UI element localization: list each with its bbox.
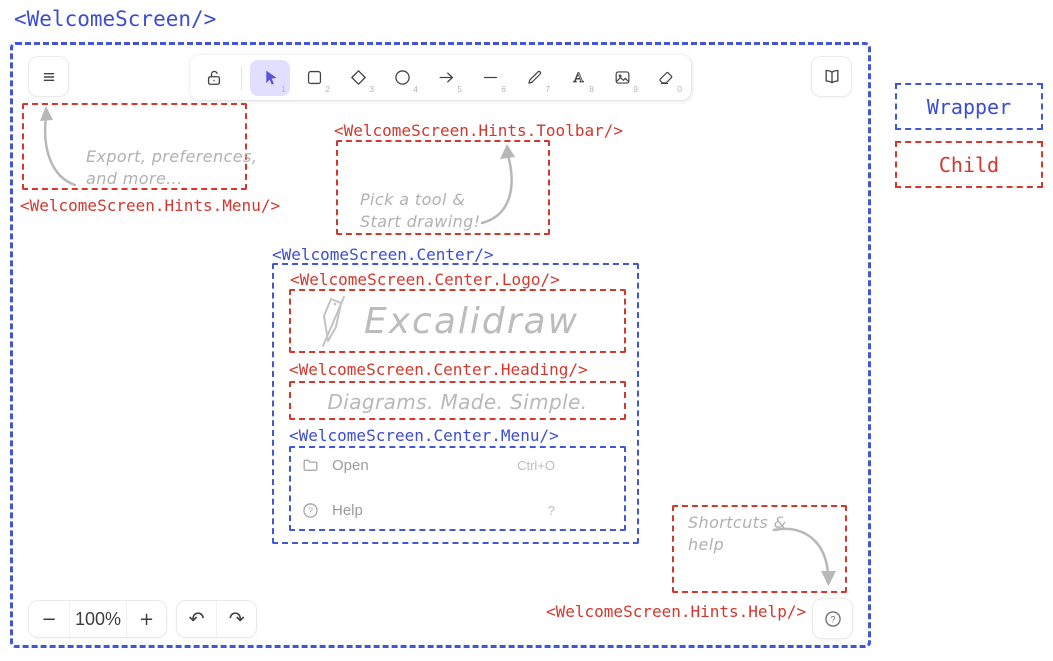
image-icon [613, 68, 632, 87]
zoom-controls: − 100% + [28, 600, 167, 638]
tool-draw[interactable]: 7 [514, 60, 554, 96]
center-label: <WelcomeScreen.Center/> [272, 246, 494, 264]
hint-menu-line1: Export, preferences, [86, 146, 257, 168]
legend-child-label: Child [939, 153, 999, 177]
menu-item-label: Help [332, 502, 363, 519]
tool-shortcut-number: 8 [589, 84, 594, 94]
menu-item-help[interactable]: ? Help ? [301, 498, 591, 522]
tool-text[interactable]: A 8 [558, 60, 598, 96]
svg-text:?: ? [308, 505, 313, 515]
tool-eraser[interactable]: 0 [646, 60, 686, 96]
tool-diamond[interactable]: 3 [338, 60, 378, 96]
zoom-out-button[interactable]: − [29, 601, 69, 637]
legend-wrapper-label: Wrapper [927, 95, 1011, 119]
legend-wrapper-box: Wrapper [895, 83, 1043, 130]
center-logo-label: <WelcomeScreen.Center.Logo/> [290, 271, 560, 289]
tool-shortcut-number: 2 [325, 84, 330, 94]
menu-item-label: Open [332, 457, 369, 474]
hint-help-text: Shortcuts & help [688, 512, 786, 555]
tool-shortcut-number: 9 [633, 84, 638, 94]
tool-image[interactable]: 9 [602, 60, 642, 96]
undo-button[interactable]: ↶ [177, 601, 216, 637]
menu-item-shortcut: Ctrl+O [517, 458, 591, 473]
tool-rectangle[interactable]: 2 [294, 60, 334, 96]
hints-help-label: <WelcomeScreen.Hints.Help/> [546, 603, 806, 621]
tool-shortcut-number: 3 [369, 84, 374, 94]
svg-text:A: A [572, 71, 583, 86]
docs-figure: <WelcomeScreen/> [0, 0, 1053, 661]
hint-toolbar-line2: Start drawing! [360, 211, 481, 233]
hints-toolbar-label: <WelcomeScreen.Hints.Toolbar/> [334, 122, 623, 140]
tool-shortcut-number: 5 [457, 84, 462, 94]
minus-icon: − [41, 609, 56, 630]
excalidraw-pencil-icon [316, 294, 350, 350]
redo-icon: ↷ [229, 608, 245, 630]
library-button[interactable] [811, 56, 852, 97]
undo-icon: ↶ [189, 608, 205, 630]
open-book-icon [822, 67, 842, 87]
rectangle-icon [305, 68, 324, 87]
menu-item-shortcut: ? [548, 503, 591, 518]
unlocked-padlock-icon [204, 68, 224, 88]
selection-cursor-icon [261, 68, 280, 87]
tool-shortcut-number: 7 [545, 84, 550, 94]
pencil-icon [525, 68, 544, 87]
help-button[interactable]: ? [812, 598, 853, 639]
excalidraw-logo: Excalidraw [316, 293, 616, 351]
tool-shortcut-number: 6 [501, 84, 506, 94]
tool-shortcut-number: 4 [413, 84, 418, 94]
toolbar-divider [241, 66, 242, 90]
hint-help-line1: Shortcuts & [688, 512, 786, 534]
lock-tool-button[interactable] [195, 60, 233, 96]
hint-menu-text: Export, preferences, and more... [86, 146, 257, 189]
undo-redo-controls: ↶ ↷ [176, 600, 257, 638]
main-menu-button[interactable] [28, 56, 69, 97]
welcome-heading: Diagrams. Made. Simple. [289, 389, 626, 416]
center-menu-label: <WelcomeScreen.Center.Menu/> [289, 427, 559, 445]
center-heading-label: <WelcomeScreen.Center.Heading/> [289, 361, 588, 379]
menu-item-open[interactable]: Open Ctrl+O [301, 453, 591, 477]
tool-arrow[interactable]: 5 [426, 60, 466, 96]
diamond-icon [349, 68, 368, 87]
zoom-level[interactable]: 100% [69, 601, 126, 637]
hint-help-line2: help [688, 534, 786, 556]
text-tool-icon: A [569, 68, 588, 87]
hint-toolbar-line1: Pick a tool & [360, 189, 481, 211]
tool-shortcut-number: 1 [281, 84, 286, 94]
tool-shortcut-number: 0 [677, 84, 682, 94]
ellipse-icon [393, 68, 412, 87]
help-circle-icon: ? [301, 501, 320, 520]
question-circle-icon: ? [823, 609, 843, 629]
tool-toolbar: 1 2 3 4 [190, 55, 691, 100]
tool-line[interactable]: 6 [470, 60, 510, 96]
welcomescreen-root-label: <WelcomeScreen/> [14, 8, 216, 31]
arrow-icon [437, 68, 456, 87]
eraser-icon [657, 68, 676, 87]
hamburger-icon [39, 67, 59, 87]
line-icon [481, 68, 500, 87]
zoom-in-button[interactable]: + [126, 601, 166, 637]
tool-ellipse[interactable]: 4 [382, 60, 422, 96]
legend-child-box: Child [895, 141, 1043, 188]
excalidraw-logo-text: Excalidraw [364, 298, 579, 347]
plus-icon: + [139, 609, 154, 630]
hint-menu-line2: and more... [86, 168, 257, 190]
hint-toolbar-text: Pick a tool & Start drawing! [360, 189, 481, 232]
svg-text:?: ? [830, 614, 835, 624]
redo-button[interactable]: ↷ [216, 601, 256, 637]
folder-icon [301, 456, 320, 475]
tool-selection[interactable]: 1 [250, 60, 290, 96]
hints-menu-label: <WelcomeScreen.Hints.Menu/> [20, 197, 280, 215]
